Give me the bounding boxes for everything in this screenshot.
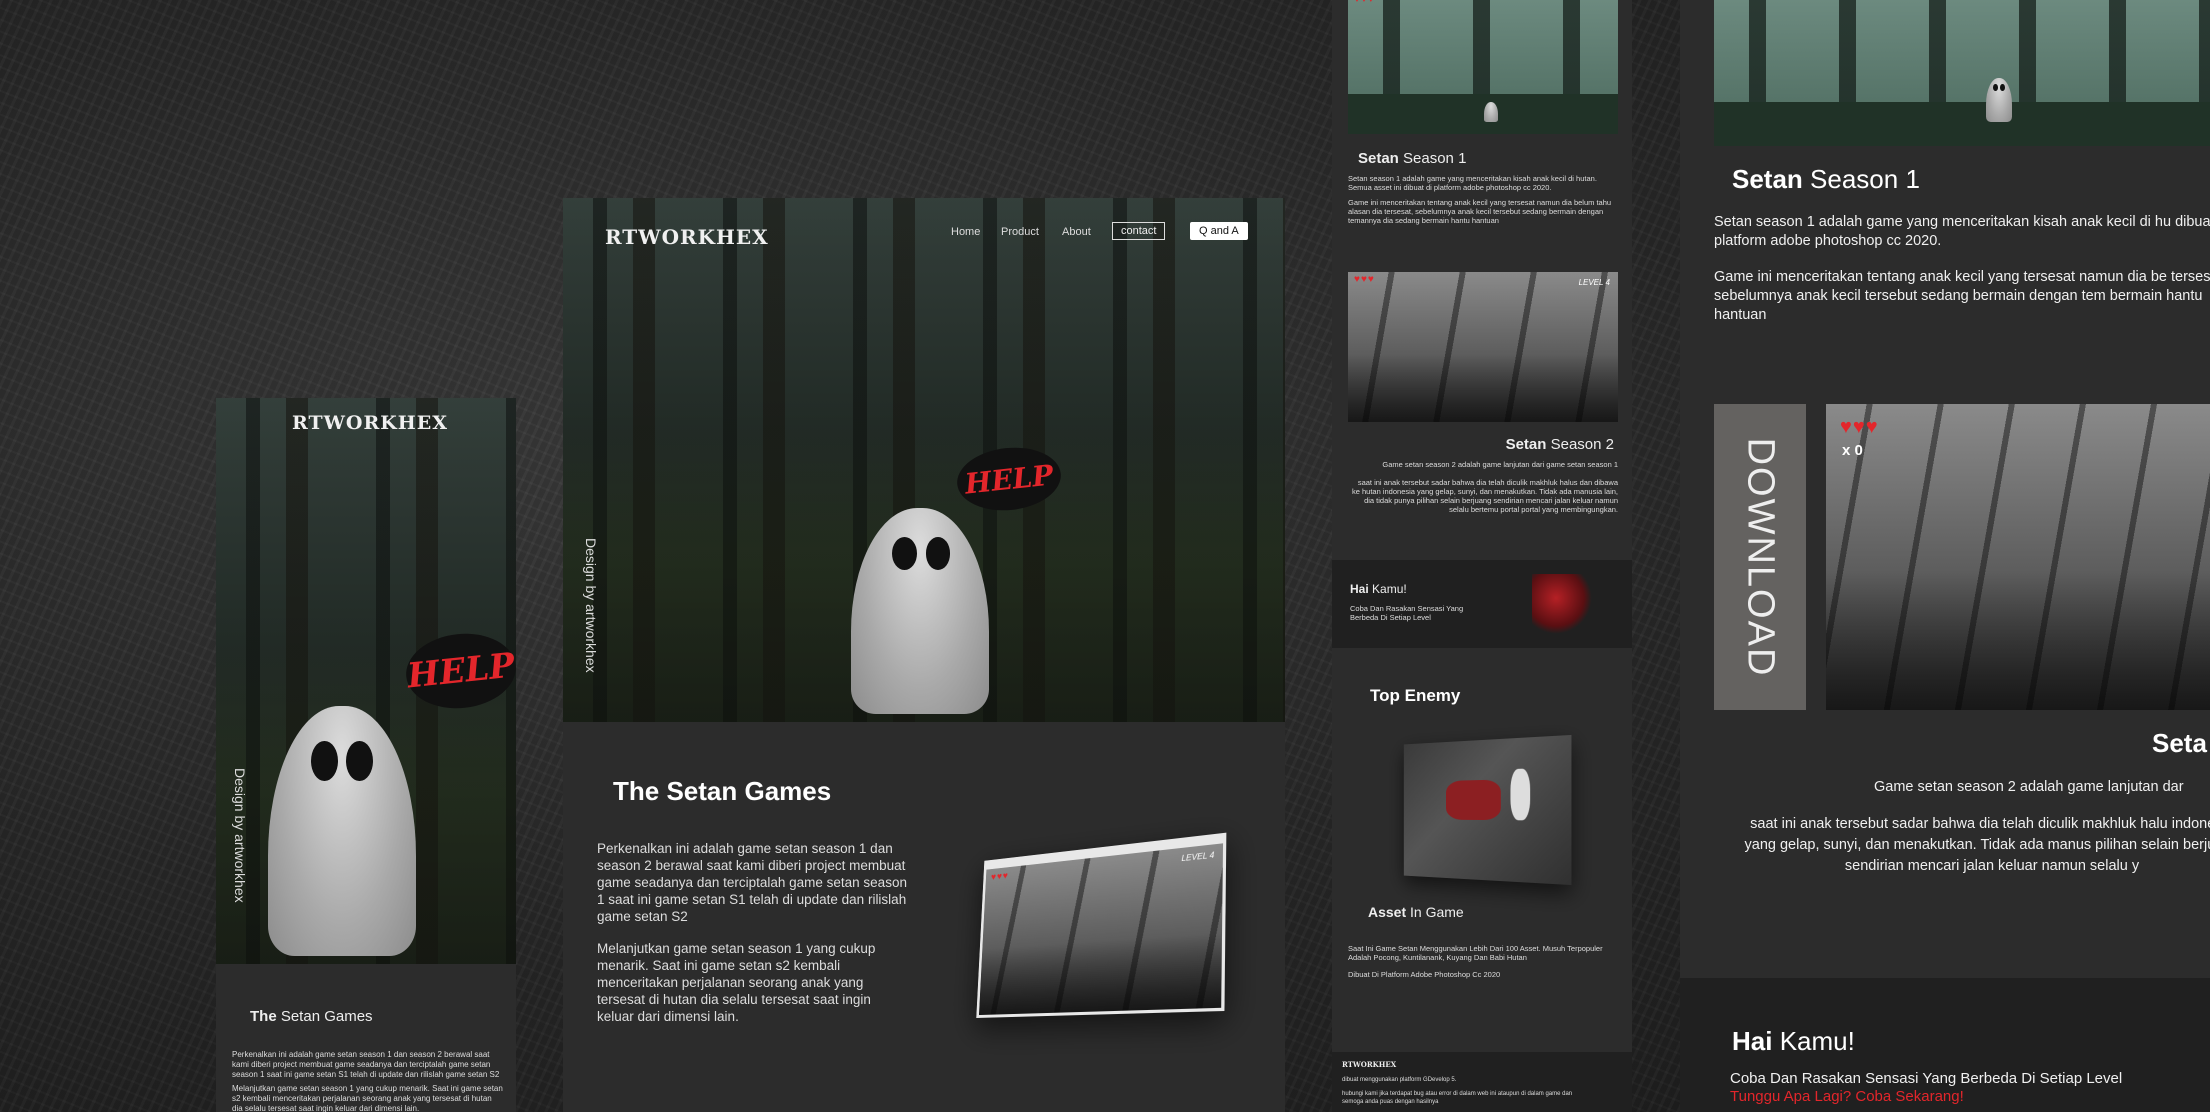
season2-title-bold: Setan [1505,436,1547,453]
nav-home[interactable]: Home [951,226,980,238]
footer-logo[interactable]: RTWORKHEX [1342,1060,1396,1069]
zoomed-season2-screenshot: ♥♥♥ x 0 [1826,404,2210,710]
title-bold: The [250,1008,277,1025]
zoomed-hai-title: Hai Kamu! [1732,1026,1855,1057]
zoomed-mockup: Setan Season 1 Setan season 1 adalah gam… [1680,0,2210,1112]
zoomed-season1-desc1: Setan season 1 adalah game yang mencerit… [1714,214,2210,249]
title-rest: Setan Games [276,1008,373,1025]
download-label: DOWNLOAD [1739,437,1782,677]
lives-hearts: ♥♥♥ [1840,416,1879,438]
season2-desc2: saat ini anak tersebut sadar bahwa dia t… [1351,478,1618,514]
nav-product[interactable]: Product [1001,226,1039,238]
ghost-eye [346,741,374,781]
mobile-intro-para1: Perkenalkan ini adalah game setan season… [232,1050,500,1079]
zoomed-season2-desc2: saat ini anak tersebut sadar bahwa dia t… [1744,816,2210,874]
asset-rest: In Game [1406,904,1464,920]
hai-small-line: Coba Dan Rasakan Sensasi Yang Berbeda Di… [1350,604,1464,622]
mobile-intro-title: The Setan Games [250,1008,373,1025]
nav-about[interactable]: About [1062,226,1091,238]
desktop-intro-para2: Melanjutkan game setan season 1 yang cuk… [597,941,876,1024]
season1-desc1: Setan season 1 adalah game yang mencerit… [1348,174,1597,192]
cta-link[interactable]: Tunggu Apa Lagi? Coba Sekarang! [1730,1088,1964,1105]
mobile-hero: RTWORKHEX Design by artworkhex HELP [216,398,516,964]
zoomed-season1-title: Setan Season 1 [1732,164,1920,195]
ghost-figure [851,508,989,714]
kuntilanak-figure [1532,574,1592,634]
desktop-intro-para1: Perkenalkan ini adalah game setan season… [597,841,907,924]
download-button[interactable]: DOWNLOAD [1714,404,1806,710]
desktop-mockup: RTWORKHEX Home Product About contact Q a… [563,198,1285,1112]
enemy-title: Top Enemy [1370,686,1461,705]
help-bubble: HELP [402,628,516,714]
nav-qa-button[interactable]: Q and A [1190,222,1248,240]
lives-hearts: ♥♥♥ [1354,0,1375,5]
mobile-side-credit: Design by artworkhex [232,768,248,903]
mobile-intro: The Setan Games Perkenalkan ini adalah g… [216,964,516,1112]
season1-desc2: Game ini menceritakan tentang anak kecil… [1348,198,1612,225]
ghost-eye [925,536,951,570]
hai-bold: Hai [1350,582,1369,596]
ghost-sprite [1484,102,1498,122]
laptop-screen-preview: ♥♥♥ LEVEL 4 [976,832,1227,1018]
footer-panel: RTWORKHEX dibuat menggunakan platform GD… [1332,1052,1632,1112]
asset-bold: Asset [1368,904,1407,920]
help-bubble: HELP [954,442,1064,516]
level-label: LEVEL 4 [1181,850,1215,864]
zoomed-season-panel: Setan Season 1 Setan season 1 adalah gam… [1680,0,2210,978]
lives-hearts: ♥♥♥ [1354,274,1375,285]
season2-screenshot: ♥♥♥ LEVEL 4 [1348,272,1618,422]
desktop-logo[interactable]: RTWORKHEX [605,225,769,249]
ghost-eye [1993,84,1998,92]
zoomed-season1-screenshot [1714,0,2210,146]
enemy-desc1: Saat Ini Game Setan Menggunakan Lebih Da… [1348,944,1603,962]
enemy-sprite-red [1445,779,1501,821]
footer-line1: dibuat menggunakan platform GDevelop 5. [1342,1077,1457,1083]
ghost-figure [268,706,416,956]
zoomed-season1-bold: Setan [1732,164,1803,194]
mobile-logo[interactable]: RTWORKHEX [292,412,448,434]
footer-line2: hubungi kami jika terdapat bug atau erro… [1342,1091,1573,1105]
hai-rest: Kamu! [1368,582,1407,596]
season-panel: ♥♥♥ Setan Season 1 Setan season 1 adalah… [1332,0,1632,560]
season2-desc1: Game setan season 2 adalah game lanjutan… [1382,460,1618,469]
hai-title: Hai Kamu! [1350,582,1407,596]
zoomed-hai-line: Coba Dan Rasakan Sensasi Yang Berbeda Di… [1730,1070,2123,1087]
enemy-desc2: Dibuat Di Platform Adobe Photoshop Cc 20… [1348,970,1501,979]
zoomed-hai-panel: Hai Kamu! Coba Dan Rasakan Sensasi Yang … [1680,978,2210,1112]
season2-title-rest: Season 2 [1546,436,1614,453]
zoomed-season2-desc1: Game setan season 2 adalah game lanjutan… [1874,779,2184,795]
season1-title-bold: Setan [1358,150,1399,167]
season1-screenshot: ♥♥♥ [1348,0,1618,134]
zoomed-season1-rest: Season 1 [1802,164,1920,194]
game-screenshot: ♥♥♥ LEVEL 4 [978,843,1224,1016]
zoomed-hai-bold: Hai [1732,1026,1773,1056]
enemy-panel: Top Enemy Asset In Game Saat Ini Game Se… [1332,648,1632,1052]
desktop-intro-title: The Setan Games [613,776,832,806]
desktop-intro: The Setan Games Perkenalkan ini adalah g… [563,722,1285,1112]
mobile-mockup: RTWORKHEX Design by artworkhex HELP The … [216,398,516,1112]
ghost-eye [892,536,918,570]
ghost-sprite [1986,78,2012,122]
zoomed-season1-desc2: Game ini menceritakan tentang anak kecil… [1714,269,2210,323]
zoomed-season2-title: Seta [2152,728,2207,758]
season1-title-rest: Season 1 [1398,150,1467,167]
lives-hearts: ♥♥♥ [990,870,1009,883]
nav-contact-button[interactable]: contact [1112,222,1166,240]
desktop-side-credit: Design by artworkhex [583,538,599,673]
hai-panel: Hai Kamu! Coba Dan Rasakan Sensasi Yang … [1332,560,1632,648]
mobile-long-mockup: ♥♥♥ Setan Season 1 Setan season 1 adalah… [1332,0,1632,1112]
collect-counter: x 0 [1842,442,1863,459]
enemy-sprite-white [1510,768,1531,821]
season2-title: Setan Season 2 [1506,436,1614,453]
desktop-hero: RTWORKHEX Home Product About contact Q a… [563,198,1285,722]
season1-title: Setan Season 1 [1358,150,1466,167]
zoomed-hai-rest: Kamu! [1772,1026,1855,1056]
asset-title: Asset In Game [1368,904,1464,920]
ghost-eye [2000,84,2005,92]
mobile-intro-para2: Melanjutkan game setan season 1 yang cuk… [232,1084,503,1112]
level-label: LEVEL 4 [1578,278,1610,287]
enemy-asset-collage [1403,734,1572,886]
ghost-eye [310,741,338,781]
